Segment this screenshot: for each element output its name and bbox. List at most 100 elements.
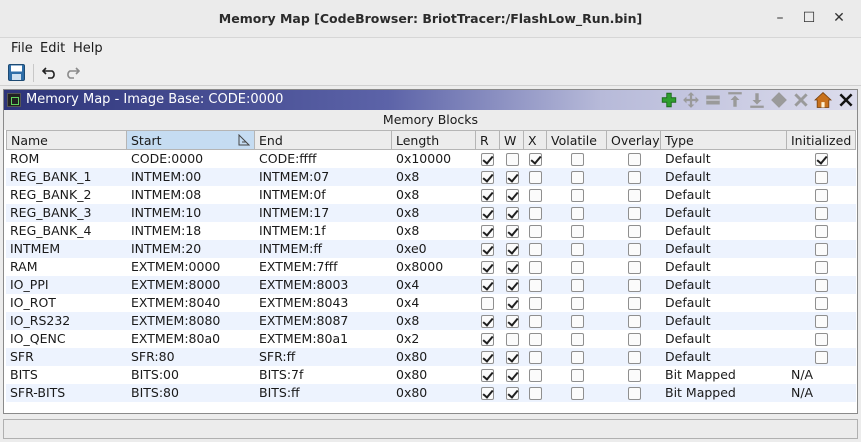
w-checkbox[interactable] [506, 153, 519, 166]
r-checkbox[interactable] [481, 207, 494, 220]
initialized-checkbox[interactable] [815, 153, 828, 166]
w-checkbox[interactable] [506, 225, 519, 238]
overlay-checkbox[interactable] [628, 171, 641, 184]
r-checkbox[interactable] [481, 153, 494, 166]
set-image-base-icon[interactable] [814, 91, 832, 109]
table-row[interactable]: IO_PPI EXTMEM:8000 EXTMEM:8003 0x4 Default [6, 276, 856, 294]
column-header-r[interactable]: R [476, 130, 500, 150]
overlay-checkbox[interactable] [628, 297, 641, 310]
x-checkbox[interactable] [529, 351, 542, 364]
column-header-volatile[interactable]: Volatile [547, 130, 607, 150]
table-row[interactable]: IO_RS232 EXTMEM:8080 EXTMEM:8087 0x8 Default [6, 312, 856, 330]
overlay-checkbox[interactable] [628, 369, 641, 382]
overlay-checkbox[interactable] [628, 243, 641, 256]
column-header-w[interactable]: W [500, 130, 524, 150]
w-checkbox[interactable] [506, 369, 519, 382]
column-header-end[interactable]: End [255, 130, 392, 150]
overlay-checkbox[interactable] [628, 225, 641, 238]
x-checkbox[interactable] [529, 369, 542, 382]
expand-up-icon[interactable] [726, 91, 744, 109]
expand-down-icon[interactable] [748, 91, 766, 109]
table-row[interactable]: REG_BANK_3 INTMEM:10 INTMEM:17 0x8 Default [6, 204, 856, 222]
table-row[interactable]: REG_BANK_1 INTMEM:00 INTMEM:07 0x8 Default [6, 168, 856, 186]
overlay-checkbox[interactable] [628, 189, 641, 202]
initialized-checkbox[interactable] [815, 315, 828, 328]
menu-file[interactable]: File [11, 41, 33, 56]
volatile-checkbox[interactable] [571, 279, 584, 292]
overlay-checkbox[interactable] [628, 387, 641, 400]
initialized-checkbox[interactable] [815, 351, 828, 364]
x-checkbox[interactable] [529, 387, 542, 400]
volatile-checkbox[interactable] [571, 189, 584, 202]
initialized-checkbox[interactable] [815, 207, 828, 220]
volatile-checkbox[interactable] [571, 333, 584, 346]
redo-icon[interactable] [64, 65, 80, 79]
r-checkbox[interactable] [481, 279, 494, 292]
table-row[interactable]: INTMEM INTMEM:20 INTMEM:ff 0xe0 Default [6, 240, 856, 258]
x-checkbox[interactable] [529, 315, 542, 328]
r-checkbox[interactable] [481, 369, 494, 382]
overlay-checkbox[interactable] [628, 207, 641, 220]
table-row[interactable]: SFR SFR:80 SFR:ff 0x80 Default [6, 348, 856, 366]
column-header-type[interactable]: Type [661, 130, 787, 150]
r-checkbox[interactable] [481, 171, 494, 184]
w-checkbox[interactable] [506, 189, 519, 202]
volatile-checkbox[interactable] [571, 351, 584, 364]
x-checkbox[interactable] [529, 153, 542, 166]
overlay-checkbox[interactable] [628, 261, 641, 274]
table-row[interactable]: IO_ROT EXTMEM:8040 EXTMEM:8043 0x4 Default [6, 294, 856, 312]
r-checkbox[interactable] [481, 387, 494, 400]
r-checkbox[interactable] [481, 315, 494, 328]
w-checkbox[interactable] [506, 171, 519, 184]
undo-icon[interactable] [42, 65, 58, 79]
x-checkbox[interactable] [529, 189, 542, 202]
x-checkbox[interactable] [529, 279, 542, 292]
column-header-name[interactable]: Name [6, 130, 127, 150]
w-checkbox[interactable] [506, 279, 519, 292]
column-header-x[interactable]: X [524, 130, 547, 150]
overlay-checkbox[interactable] [628, 333, 641, 346]
column-header-overlay[interactable]: Overlay [607, 130, 661, 150]
table-row[interactable]: RAM EXTMEM:0000 EXTMEM:7fff 0x8000 Default [6, 258, 856, 276]
w-checkbox[interactable] [506, 243, 519, 256]
move-block-icon[interactable] [682, 91, 700, 109]
column-header-start[interactable]: Start [127, 130, 255, 150]
volatile-checkbox[interactable] [571, 171, 584, 184]
save-icon[interactable] [8, 64, 25, 81]
table-row[interactable]: BITS BITS:00 BITS:7f 0x80 Bit Mapped N/A [6, 366, 856, 384]
r-checkbox[interactable] [481, 333, 494, 346]
volatile-checkbox[interactable] [571, 153, 584, 166]
column-header-initialized[interactable]: Initialized [787, 130, 856, 150]
x-checkbox[interactable] [529, 207, 542, 220]
volatile-checkbox[interactable] [571, 315, 584, 328]
overlay-checkbox[interactable] [628, 351, 641, 364]
delete-block-icon[interactable] [792, 91, 810, 109]
initialized-checkbox[interactable] [815, 279, 828, 292]
menu-edit[interactable]: Edit [40, 41, 65, 56]
x-checkbox[interactable] [529, 225, 542, 238]
volatile-checkbox[interactable] [571, 297, 584, 310]
overlay-checkbox[interactable] [628, 153, 641, 166]
initialized-checkbox[interactable] [815, 333, 828, 346]
w-checkbox[interactable] [506, 315, 519, 328]
w-checkbox[interactable] [506, 387, 519, 400]
r-checkbox[interactable] [481, 225, 494, 238]
menu-help[interactable]: Help [73, 41, 103, 56]
initialized-checkbox[interactable] [815, 243, 828, 256]
initialized-checkbox[interactable] [815, 297, 828, 310]
r-checkbox[interactable] [481, 261, 494, 274]
r-checkbox[interactable] [481, 243, 494, 256]
close-panel-icon[interactable] [837, 91, 855, 109]
add-block-icon[interactable] [660, 91, 678, 109]
column-header-length[interactable]: Length [392, 130, 476, 150]
table-row[interactable]: REG_BANK_4 INTMEM:18 INTMEM:1f 0x8 Default [6, 222, 856, 240]
initialized-checkbox[interactable] [815, 171, 828, 184]
w-checkbox[interactable] [506, 261, 519, 274]
x-checkbox[interactable] [529, 261, 542, 274]
w-checkbox[interactable] [506, 351, 519, 364]
table-row[interactable]: REG_BANK_2 INTMEM:08 INTMEM:0f 0x8 Default [6, 186, 856, 204]
volatile-checkbox[interactable] [571, 369, 584, 382]
initialized-checkbox[interactable] [815, 261, 828, 274]
w-checkbox[interactable] [506, 297, 519, 310]
x-checkbox[interactable] [529, 297, 542, 310]
